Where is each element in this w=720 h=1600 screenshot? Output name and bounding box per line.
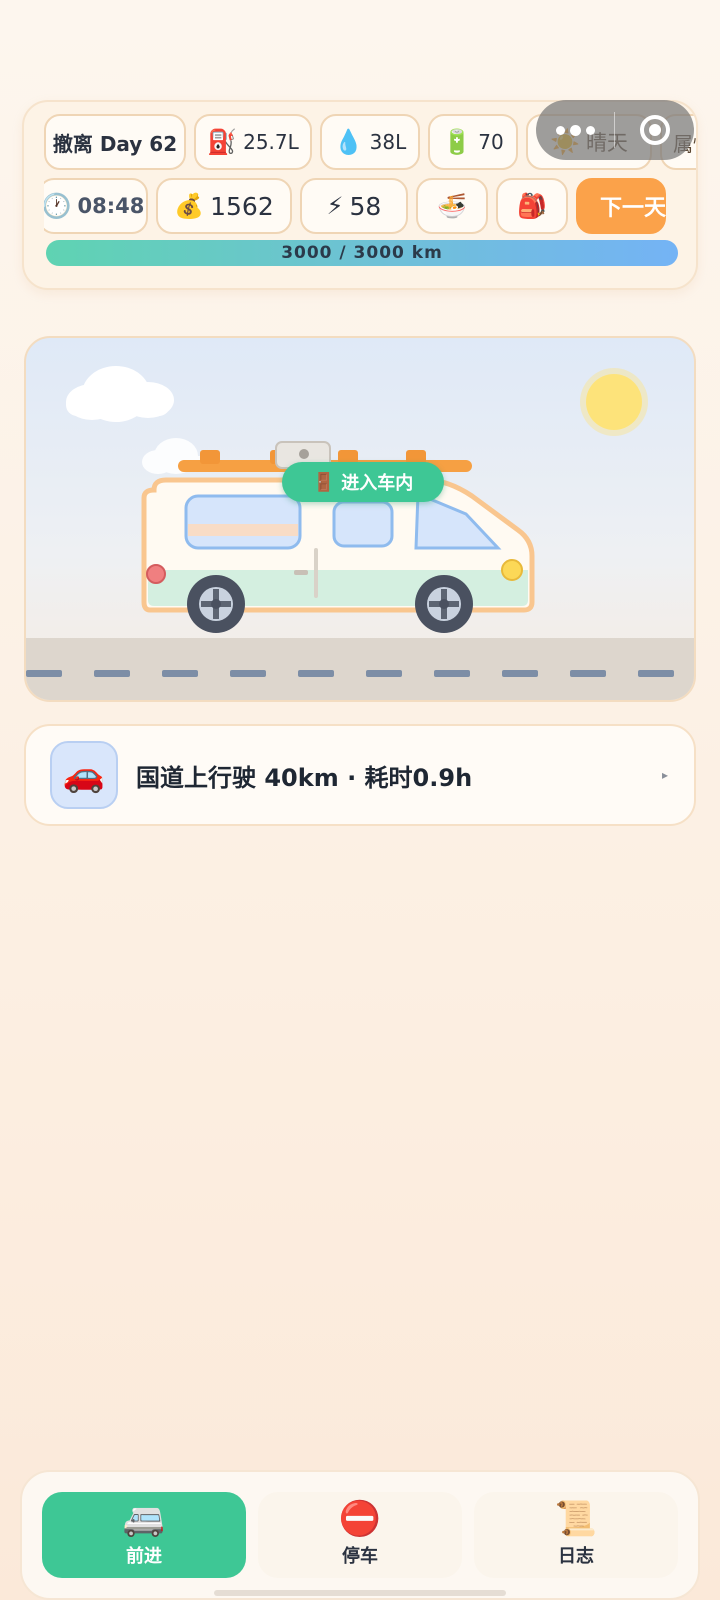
car-icon: 🚗	[50, 741, 118, 809]
van-window-middle	[332, 500, 394, 548]
distance-progress-bar: 3000 / 3000 km	[46, 240, 678, 266]
front-wheel-icon	[415, 575, 473, 633]
noodle-bowl-icon: 🍜	[437, 192, 467, 220]
road-scene: 🚪 进入车内	[24, 336, 696, 702]
day-label: 撤离 Day 62	[52, 131, 178, 156]
clock-icon: 🕐	[44, 192, 72, 220]
battery-icon: 🔋	[442, 128, 473, 156]
rear-wheel-icon	[187, 575, 245, 633]
tab-log-label: 日志	[558, 1546, 594, 1567]
backpack-button[interactable]: 🎒	[496, 178, 568, 234]
water-value: 38L	[369, 130, 407, 154]
water-pill[interactable]: 💧 38L	[320, 114, 420, 170]
more-menu-icon[interactable]	[536, 124, 614, 136]
home-indicator	[214, 1590, 506, 1596]
event-description: 国道上行驶 40km · 耗时0.9h	[136, 763, 473, 792]
fuel-value: 25.7L	[243, 130, 299, 154]
backpack-icon: 🎒	[517, 192, 547, 220]
van-door-handle	[294, 570, 308, 575]
miniprogram-capsule	[536, 100, 694, 160]
bottom-nav: 🚐 前进 ⛔ 停车 📜 日志	[20, 1470, 700, 1600]
tail-light	[146, 564, 166, 584]
battery-value: 70	[478, 130, 504, 154]
sun-icon	[586, 374, 642, 430]
distance-progress-text: 3000 / 3000 km	[281, 243, 443, 263]
van-window-rear	[184, 494, 302, 550]
tab-forward-label: 前进	[126, 1546, 162, 1567]
day-counter: 撤离 Day 62	[44, 114, 186, 170]
close-target-icon[interactable]	[615, 115, 694, 145]
time-pill: 🕐 08:48	[44, 178, 148, 234]
car-emoji: 🚗	[62, 755, 106, 795]
chevron-right-icon: ▸	[661, 768, 668, 782]
battery-pill[interactable]: 🔋 70	[428, 114, 518, 170]
time-value: 08:48	[77, 194, 145, 218]
door-icon: 🚪	[312, 471, 336, 493]
enter-vehicle-button[interactable]: 🚪 进入车内	[282, 462, 444, 502]
no-entry-icon: ⛔	[338, 1499, 382, 1539]
lightning-icon: ⚡	[326, 192, 344, 220]
van-door-line	[314, 548, 318, 598]
food-button[interactable]: 🍜	[416, 178, 488, 234]
money-bag-icon: 💰	[174, 192, 205, 220]
status-row-stats: 🕐 08:48 💰 1562 ⚡ 58 🍜 🎒 下一天	[44, 178, 696, 234]
tab-log[interactable]: 📜 日志	[474, 1492, 678, 1578]
energy-value: 58	[349, 191, 382, 221]
money-value: 1562	[210, 191, 274, 221]
scene-illustration	[26, 366, 694, 700]
van-icon: 🚐	[122, 1499, 166, 1539]
water-drop-icon: 💧	[333, 128, 364, 156]
tab-park-label: 停车	[342, 1546, 378, 1567]
tab-park[interactable]: ⛔ 停车	[258, 1492, 462, 1578]
tab-forward[interactable]: 🚐 前进	[42, 1492, 246, 1578]
next-day-label: 下一天	[600, 196, 667, 221]
fuel-pump-icon: ⛽	[207, 128, 238, 156]
enter-vehicle-label: 进入车内	[341, 473, 414, 494]
head-light	[501, 559, 523, 581]
scroll-icon: 📜	[554, 1499, 598, 1539]
money-pill[interactable]: 💰 1562	[156, 178, 292, 234]
next-day-button[interactable]: 下一天	[576, 178, 666, 234]
fuel-pill[interactable]: ⛽ 25.7L	[194, 114, 312, 170]
cloud-icon	[66, 366, 174, 422]
event-card[interactable]: 🚗 国道上行驶 40km · 耗时0.9h ▸	[24, 724, 696, 826]
energy-pill[interactable]: ⚡ 58	[300, 178, 408, 234]
